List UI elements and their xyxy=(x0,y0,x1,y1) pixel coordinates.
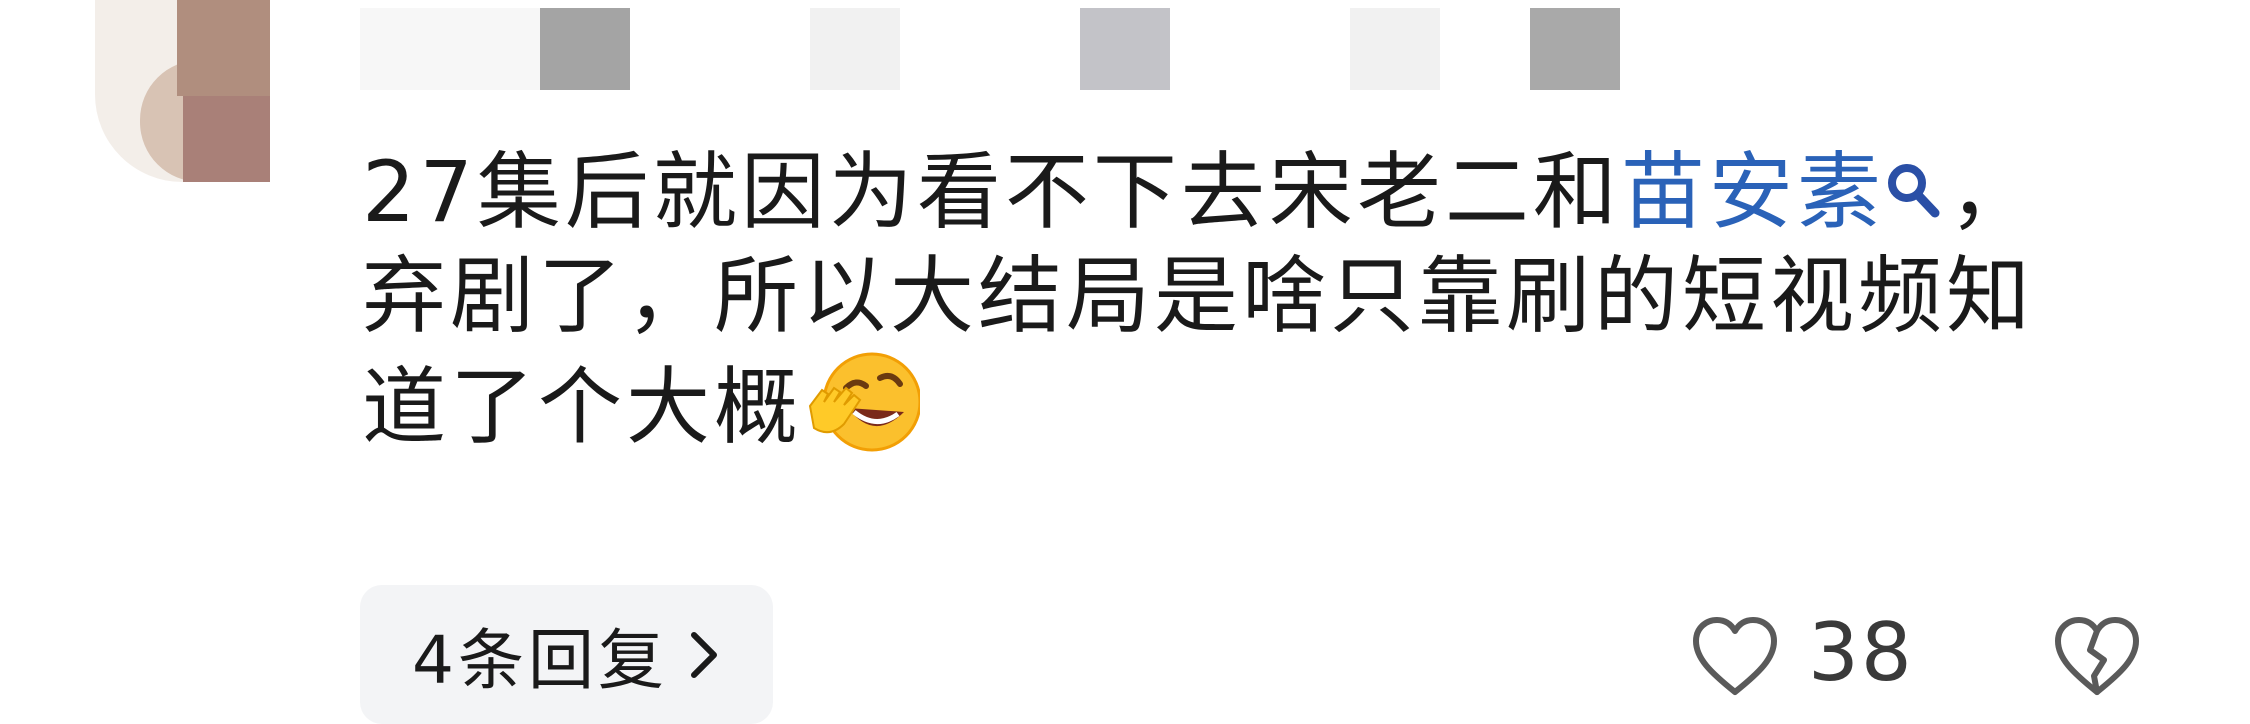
comment-text: 27集后就因为看不下去宋老二和苗安素 ，弃剧了，所以大结局是啥只靠刷的短视频知道了… xyxy=(362,140,2082,459)
avatar-blur-region xyxy=(177,0,270,96)
view-replies-button[interactable]: 4条回复 xyxy=(360,585,773,724)
keyword-search-link[interactable]: 苗安素 xyxy=(1621,143,1949,241)
replies-label: 4条回复 xyxy=(412,621,668,699)
like-count: 38 xyxy=(1808,606,1914,699)
search-icon[interactable] xyxy=(1885,147,1949,227)
redaction-block xyxy=(1350,8,1440,90)
keyword-link-text: 苗安素 xyxy=(1620,143,1885,241)
redaction-block xyxy=(540,8,630,90)
redaction-block xyxy=(360,8,540,90)
chevron-right-icon xyxy=(691,631,717,678)
redaction-block xyxy=(810,8,900,90)
username-redacted[interactable] xyxy=(360,8,1760,90)
avatar[interactable] xyxy=(95,0,270,182)
face-with-tears-of-joy-hand-emoji xyxy=(808,352,921,452)
broken-heart-icon[interactable] xyxy=(2052,614,2142,698)
redaction-block xyxy=(1530,8,1620,90)
heart-outline-icon[interactable] xyxy=(1690,614,1780,698)
redaction-block xyxy=(1080,8,1170,90)
avatar-blur-region xyxy=(183,96,270,182)
comment-text-part: 27集后就因为看不下去宋老二和 xyxy=(362,143,1621,241)
